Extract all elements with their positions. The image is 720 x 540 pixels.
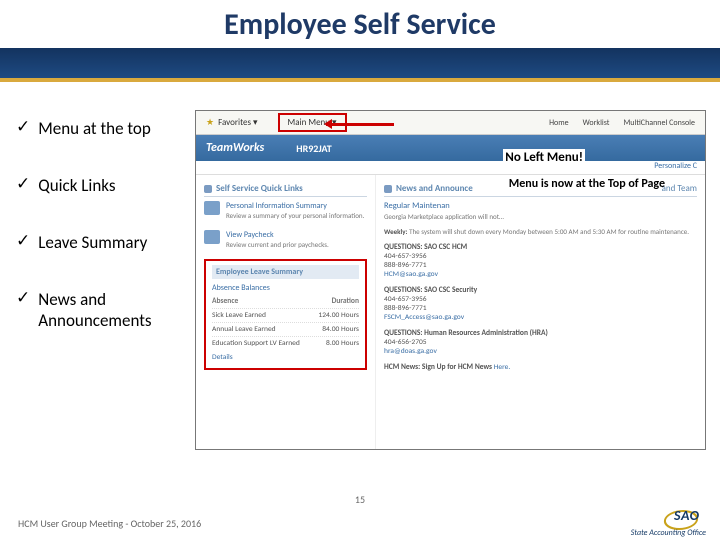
star-icon: ★ bbox=[206, 117, 214, 128]
quick-links-header: Self Service Quick Links bbox=[204, 181, 367, 197]
leave-row: Sick Leave Earned124.00 Hours bbox=[212, 308, 359, 322]
contact-block: QUESTIONS: SAO CSC Security 404-657-3956… bbox=[384, 286, 697, 322]
nav-home[interactable]: Home bbox=[549, 118, 569, 128]
callout-arrow bbox=[326, 123, 394, 126]
check-icon: ✓ bbox=[16, 289, 30, 306]
bullet-item: ✓Leave Summary bbox=[16, 232, 189, 253]
leave-summary-panel: Employee Leave Summary Absence Balances … bbox=[204, 259, 367, 370]
brand-name: TeamWorks bbox=[206, 141, 264, 155]
brand-row: TeamWorks HR92JAT bbox=[196, 135, 705, 161]
embedded-screenshot: ★Favorites ▾ Main Menu ▾ Home Worklist M… bbox=[195, 110, 706, 450]
leave-summary-header: Employee Leave Summary bbox=[212, 265, 359, 279]
contact-block: QUESTIONS: Human Resources Administratio… bbox=[384, 329, 697, 356]
bullet-list: ✓Menu at the top ✓Quick Links ✓Leave Sum… bbox=[0, 100, 195, 500]
hcm-news-line: HCM News: Sign Up for HCM News Here. bbox=[384, 363, 697, 372]
bullet-item: ✓Menu at the top bbox=[16, 118, 189, 139]
quick-link-item[interactable]: Personal Information SummaryReview a sum… bbox=[204, 201, 367, 220]
favorites-menu[interactable]: ★Favorites ▾ bbox=[206, 117, 258, 128]
nav-worklist[interactable]: Worklist bbox=[583, 118, 610, 128]
check-icon: ✓ bbox=[16, 118, 30, 135]
absence-balances-label: Absence Balances bbox=[212, 283, 359, 293]
leave-row: Annual Leave Earned84.00 Hours bbox=[212, 322, 359, 336]
nav-multichannel[interactable]: MultiChannel Console bbox=[623, 118, 695, 128]
footer-text: HCM User Group Meeting - October 25, 201… bbox=[18, 517, 201, 530]
bullet-item: ✓Quick Links bbox=[16, 175, 189, 196]
check-icon: ✓ bbox=[16, 175, 30, 192]
contact-block: QUESTIONS: SAO CSC HCM 404-657-3956 888-… bbox=[384, 243, 697, 279]
user-id: HR92JAT bbox=[296, 142, 331, 155]
title-band bbox=[0, 48, 720, 78]
personalize-link[interactable]: Personalize C bbox=[196, 161, 705, 175]
top-nav: ★Favorites ▾ Main Menu ▾ Home Worklist M… bbox=[196, 111, 705, 135]
hcm-news-link[interactable]: Here. bbox=[494, 363, 511, 372]
doc-icon bbox=[204, 230, 220, 244]
callout-no-left-menu: No Left Menu! bbox=[503, 149, 585, 166]
sao-logo-sub: State Accounting Office bbox=[631, 528, 706, 538]
panel-icon bbox=[384, 185, 392, 193]
quick-link-item[interactable]: View PaycheckReview current and prior pa… bbox=[204, 230, 367, 249]
details-link[interactable]: Details bbox=[212, 353, 359, 362]
callout-menu-top: Menu is now at the Top of Page bbox=[509, 177, 665, 191]
bullet-item: ✓News and Announcements bbox=[16, 289, 189, 331]
news-item-title: Regular Maintenan bbox=[384, 201, 697, 211]
title-underline bbox=[0, 78, 720, 82]
panel-icon bbox=[204, 185, 212, 193]
slide-title: Employee Self Service bbox=[0, 0, 720, 43]
leave-row: Education Support LV Earned8.00 Hours bbox=[212, 336, 359, 350]
slide-number: 15 bbox=[355, 493, 365, 506]
doc-icon bbox=[204, 201, 220, 215]
news-item-body: Georgia Marketplace application will not… bbox=[384, 213, 697, 222]
check-icon: ✓ bbox=[16, 232, 30, 249]
news-item-body: Weekly: The system will shut down every … bbox=[384, 228, 697, 237]
